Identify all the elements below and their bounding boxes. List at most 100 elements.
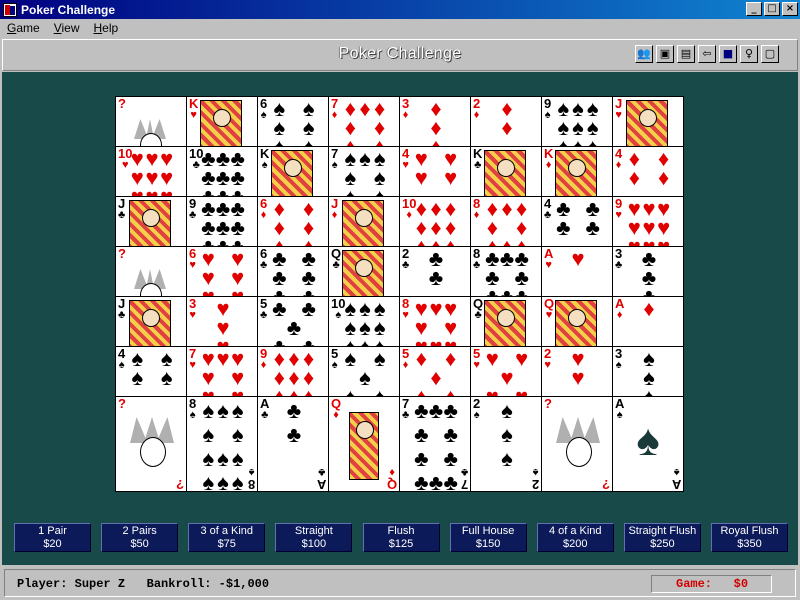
suit-pip: ♦	[430, 365, 442, 390]
card-cell[interactable]: A ♦ ♦	[612, 296, 684, 347]
card-cell[interactable]: 3 ♣ ♣ ♣ ♣	[612, 246, 684, 297]
card-cell[interactable]: K ♣	[470, 146, 542, 197]
card-cell[interactable]: 4 ♠ ♠ ♠ ♠ ♠	[115, 346, 187, 397]
card-cell[interactable]: K ♥	[186, 96, 258, 147]
card-cell[interactable]: 10 ♣ ♣ ♣ ♣ ♣ ♣ ♣ ♣ ♣ ♣	[186, 146, 258, 197]
card-cell[interactable]: 5 ♥ ♥ ♥ ♥ ♥ ♥	[470, 346, 542, 397]
card-cell[interactable]: 5 ♦ ♦ ♦ ♦ ♦ ♦	[399, 346, 471, 397]
card-cell[interactable]: ??	[541, 396, 613, 492]
card-cell[interactable]: J ♥	[612, 96, 684, 147]
card-cell[interactable]: Q ♦ Q ♦	[328, 396, 400, 492]
cards-icon[interactable]: ▣	[656, 45, 674, 63]
card-cell[interactable]: K ♠	[257, 146, 329, 197]
players-icon[interactable]: 👥	[635, 45, 653, 63]
card-cell[interactable]: Q ♣	[328, 246, 400, 297]
card-cell[interactable]: 7 ♠ ♠ ♠ ♠ ♠ ♠ ♠ ♠	[328, 146, 400, 197]
hand-button[interactable]: 3 of a Kind $75	[188, 523, 266, 552]
close-button[interactable]: ×	[782, 2, 798, 16]
minimize-button[interactable]: _	[746, 2, 762, 16]
face-card-art	[200, 100, 242, 146]
card-cell[interactable]: J ♦	[328, 196, 400, 247]
menu-view[interactable]: View	[47, 21, 87, 35]
ace-spade-art: ♠	[636, 416, 660, 465]
hand-button[interactable]: Flush $125	[362, 523, 440, 552]
hand-button[interactable]: 1 Pair $20	[14, 523, 91, 552]
maximize-button[interactable]: □	[764, 2, 780, 16]
card-cell[interactable]: A ♣ ♣ ♣ A ♣	[257, 396, 329, 492]
hand-button[interactable]: 4 of a Kind $200	[536, 523, 614, 552]
suit-pip: ♠	[202, 470, 215, 492]
card-cell[interactable]: 3 ♦ ♦ ♦ ♦	[399, 96, 471, 147]
hand-button[interactable]: Straight $100	[275, 523, 353, 552]
game-value: $0	[733, 577, 749, 591]
card-cell[interactable]: 10 ♥ ♥ ♥ ♥ ♥ ♥ ♥ ♥ ♥ ♥	[115, 146, 187, 197]
card-index: 2 ♦	[473, 97, 480, 121]
card-cell[interactable]: 2 ♦ ♦ ♦	[470, 96, 542, 147]
suit-pip	[272, 399, 287, 423]
app-icon	[3, 2, 17, 17]
card-cell[interactable]: 4 ♣ ♣ ♣ ♣ ♣	[541, 196, 613, 247]
hand-button[interactable]: Royal Flush $350	[711, 523, 788, 552]
hand-button[interactable]: Straight Flush $250	[623, 523, 701, 552]
card-pips: ♥ ♥ ♥ ♥ ♥ ♥	[201, 248, 245, 297]
card-cell[interactable]: J ♣	[115, 296, 187, 347]
card-cell[interactable]: A ♠ ♠ A ♠	[612, 396, 684, 492]
card-cell[interactable]: ?	[115, 96, 187, 147]
menu-help[interactable]: Help	[87, 21, 126, 35]
card-cell[interactable]: 8 ♥ ♥ ♥ ♥ ♥ ♥ ♥ ♥ ♥	[399, 296, 471, 347]
card-cell[interactable]: 6 ♣ ♣ ♣ ♣ ♣ ♣ ♣	[257, 246, 329, 297]
card-cell[interactable]: 2 ♥ ♥ ♥	[541, 346, 613, 397]
card-cell[interactable]: 2 ♣ ♣ ♣	[399, 246, 471, 297]
card-pips: ♣ ♣	[414, 248, 458, 296]
exit-icon[interactable]: ▢	[761, 45, 779, 63]
card-cell[interactable]: Q ♣	[470, 296, 542, 347]
suit-pip	[627, 299, 642, 318]
card-cell[interactable]: 4 ♥ ♥ ♥ ♥ ♥	[399, 146, 471, 197]
card-cell[interactable]: 7 ♦ ♦ ♦ ♦ ♦ ♦ ♦ ♦	[328, 96, 400, 147]
card-cell[interactable]: 3 ♠ ♠ ♠ ♠	[612, 346, 684, 397]
card-cell[interactable]: 4 ♦ ♦ ♦ ♦ ♦	[612, 146, 684, 197]
menu-game[interactable]: Game	[0, 21, 47, 35]
card-index: A ♥	[544, 247, 553, 271]
card-index: 9 ♥	[615, 197, 622, 221]
card-cell[interactable]: A ♥ ♥	[541, 246, 613, 297]
hand-button[interactable]: Full House $150	[449, 523, 527, 552]
card-cell[interactable]: 6 ♥ ♥ ♥ ♥ ♥ ♥ ♥	[186, 246, 258, 297]
card-index: 4 ♣	[544, 197, 551, 221]
save-icon[interactable]: ■	[719, 45, 737, 63]
card-cell[interactable]: 9 ♣ ♣ ♣ ♣ ♣ ♣ ♣ ♣ ♣ ♣	[186, 196, 258, 247]
card-suit: ♥	[189, 359, 196, 371]
card-cell[interactable]: 10 ♦ ♦ ♦ ♦ ♦ ♦ ♦ ♦ ♦ ♦	[399, 196, 471, 247]
card-index-bottom: ?	[602, 477, 610, 491]
hand-button[interactable]: 2 Pairs $50	[101, 523, 179, 552]
notepad-icon[interactable]: ▤	[677, 45, 695, 63]
card-cell[interactable]: 8 ♣ ♣ ♣ ♣ ♣ ♣ ♣ ♣ ♣	[470, 246, 542, 297]
card-cell[interactable]: 9 ♥ ♥ ♥ ♥ ♥ ♥ ♥ ♥ ♥ ♥	[612, 196, 684, 247]
card-cell[interactable]: 10 ♠ ♠ ♠ ♠ ♠ ♠ ♠ ♠ ♠ ♠	[328, 296, 400, 347]
suit-pip: ♠	[202, 422, 215, 447]
card-cell[interactable]: 3 ♥ ♥ ♥ ♥	[186, 296, 258, 347]
card-suit-bottom: ♣	[460, 466, 468, 478]
card-cell[interactable]: 8 ♦ ♦ ♦ ♦ ♦ ♦ ♦ ♦ ♦	[470, 196, 542, 247]
card-cell[interactable]: 5 ♣ ♣ ♣ ♣ ♣ ♣	[257, 296, 329, 347]
card-cell[interactable]: K ♦	[541, 146, 613, 197]
face-card-art	[349, 412, 379, 480]
face-card-art	[626, 100, 668, 146]
card-cell[interactable]: 5 ♠ ♠ ♠ ♠ ♠ ♠	[328, 346, 400, 397]
card-cell[interactable]: 9 ♠ ♠ ♠ ♠ ♠ ♠ ♠ ♠ ♠ ♠	[541, 96, 613, 147]
hint-icon[interactable]: ♀	[740, 45, 758, 63]
card-cell[interactable]: 6 ♠ ♠ ♠ ♠ ♠ ♠ ♠	[257, 96, 329, 147]
card-cell[interactable]: 6 ♦ ♦ ♦ ♦ ♦ ♦ ♦	[257, 196, 329, 247]
suit-pip	[287, 218, 302, 237]
undo-icon[interactable]: ⇦	[698, 45, 716, 63]
card-cell[interactable]: ??	[115, 396, 187, 492]
card-cell[interactable]: 2 ♠ ♠ ♠ ♠ 2 ♠	[470, 396, 542, 492]
card-cell[interactable]: 9 ♦ ♦ ♦ ♦ ♦ ♦ ♦ ♦ ♦ ♦	[257, 346, 329, 397]
card-cell[interactable]: ?	[115, 246, 187, 297]
card-cell[interactable]: 7♣♣♣♣♣♣♣♣♣♣♣♣♣7♣	[399, 396, 471, 492]
card-cell[interactable]: J ♣	[115, 196, 187, 247]
card-cell[interactable]: 8♠♠♠♠♠♠♠♠♠♠♠♠♠♠8♠	[186, 396, 258, 492]
card-cell[interactable]: Q ♥	[541, 296, 613, 347]
card-suit: ♣	[474, 159, 482, 171]
card-cell[interactable]: 7 ♥ ♥ ♥ ♥ ♥ ♥ ♥ ♥	[186, 346, 258, 397]
